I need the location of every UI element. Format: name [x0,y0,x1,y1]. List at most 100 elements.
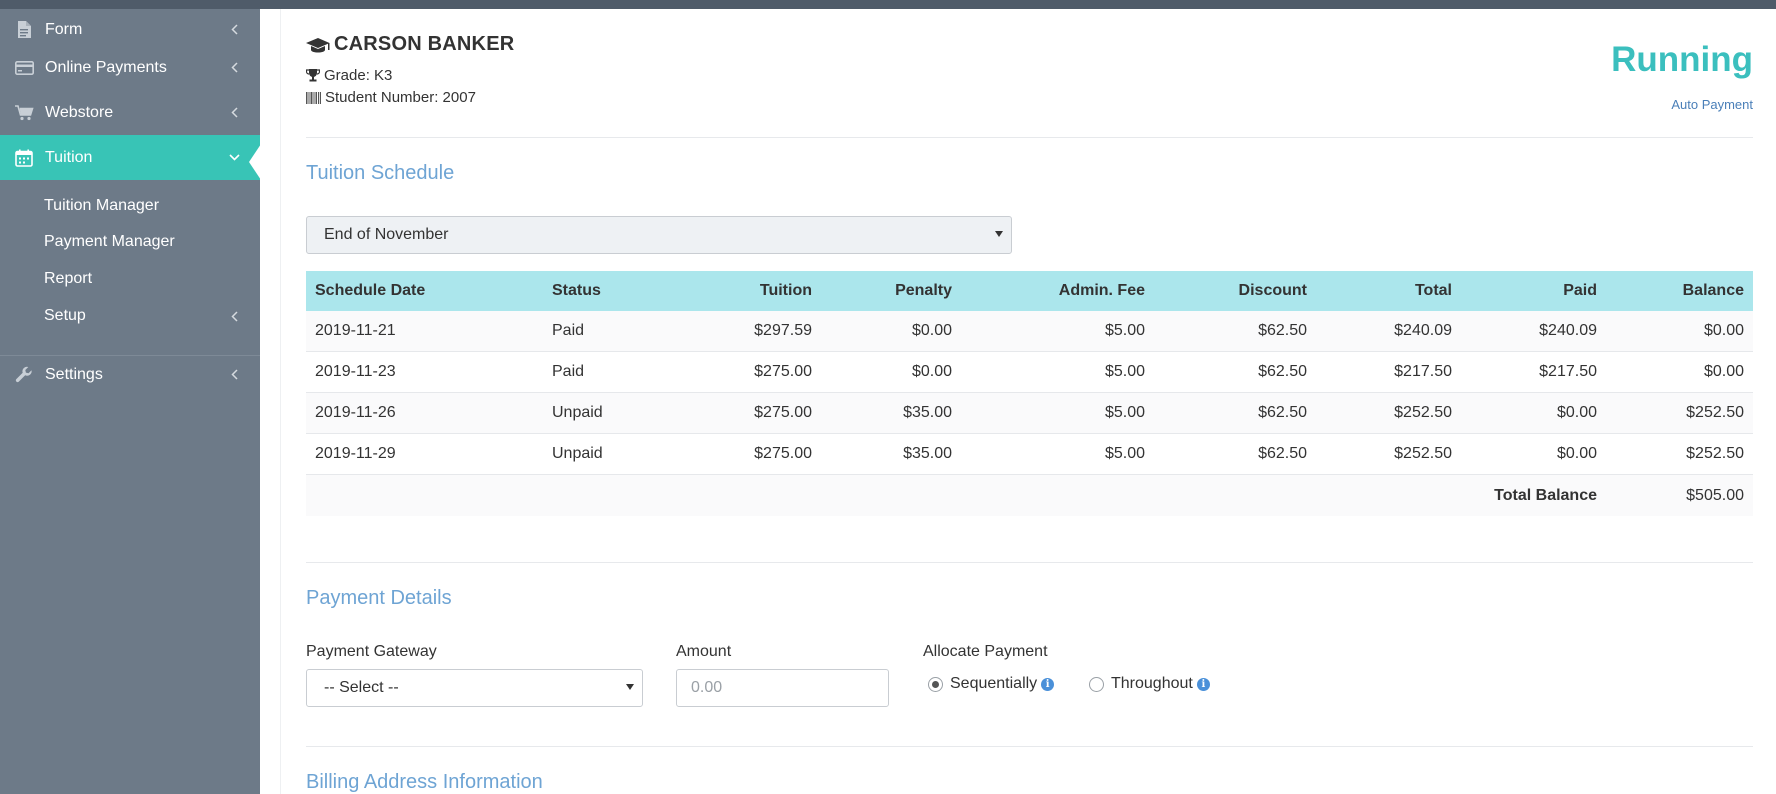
table-cell: Unpaid [552,404,603,421]
table-cell: $62.50 [1258,322,1307,339]
sidebar-subitem-setup[interactable]: Setup [44,307,86,325]
info-icon[interactable]: i [1196,677,1210,691]
amount-input[interactable] [676,669,889,707]
amount-label: Amount [676,643,732,660]
radio-button[interactable] [1089,676,1104,692]
table-cell: $297.59 [754,322,812,339]
table-cell: $5.00 [1104,363,1145,380]
table-cell: $0.00 [911,363,952,380]
caret-down-icon [626,684,634,690]
table-cell: $35.00 [903,404,952,421]
divider [306,562,1753,563]
radio-label: Throughout [1111,675,1193,692]
column-header: Discount [1238,282,1307,299]
chevron-left-icon [228,369,240,381]
table-cell: $5.00 [1104,404,1145,421]
sidebar-item-settings[interactable]: Settings [0,352,260,397]
student-number: Student Number: 2007 [306,89,476,106]
payment-gateway-label: Payment Gateway [306,643,437,660]
divider [306,746,1753,747]
wrench-icon [14,365,34,385]
total-balance-value: $505.00 [1686,486,1744,504]
student-grade-text: Grade: K3 [324,67,393,84]
table-cell: $275.00 [754,445,812,462]
table-cell: $275.00 [754,363,812,380]
table-cell: $35.00 [903,445,952,462]
table-cell: $0.00 [911,322,952,339]
table-cell: Paid [552,363,585,380]
table-cell: $252.50 [1394,445,1452,462]
active-indicator [249,144,261,180]
radio-throughout[interactable]: Throughout i [1089,675,1210,693]
graduation-cap-icon [306,37,330,53]
sidebar-item-label: Form [45,20,83,38]
table-cell: $217.50 [1539,363,1597,380]
allocate-payment-label: Allocate Payment [923,643,1048,660]
table-cell: 2019-11-23 [315,363,396,380]
column-header: Paid [1563,282,1597,299]
sidebar-item-tuition[interactable]: Tuition [0,135,260,180]
table-header: Schedule Date Status Tuition Penalty Admin. … [306,271,1753,311]
caret-down-icon [995,231,1003,237]
table-cell: 2019-11-21 [315,322,396,339]
table-cell: $62.50 [1258,404,1307,421]
table-cell: $0.00 [1556,445,1597,462]
table-row: 2019-11-21 Paid $297.59 $0.00 $5.00 $62.50 $24… [306,311,1753,352]
chevron-left-icon [228,62,240,74]
divider [306,137,1753,138]
trophy-icon [306,69,320,82]
radio-button-checked[interactable] [928,676,943,692]
table-cell: $0.00 [1703,363,1744,380]
cart-icon [14,103,34,123]
calendar-icon [14,148,34,168]
tuition-schedule-title: Tuition Schedule [306,162,455,184]
table-cell: $252.50 [1394,404,1452,421]
table-cell: $0.00 [1556,404,1597,421]
sidebar-item-label: Online Payments [45,58,167,76]
file-icon [14,20,34,40]
table-cell: $0.00 [1703,322,1744,339]
schedule-select[interactable]: End of November [306,216,1012,254]
table-row: 2019-11-23 Paid $275.00 $0.00 $5.00 $62.50 $21… [306,352,1753,393]
payment-gateway-value: -- Select -- [324,679,399,696]
student-number-text: Student Number: 2007 [325,89,476,106]
sidebar-subitem-payment-manager[interactable]: Payment Manager [44,233,175,251]
table-cell: $217.50 [1394,363,1452,380]
column-header: Balance [1682,282,1744,299]
table-cell: $5.00 [1104,322,1145,339]
table-cell: $252.50 [1686,445,1744,462]
table-cell: Unpaid [552,445,603,462]
sidebar: Form Online Payments Webstore Tuition Tu… [0,9,260,794]
sidebar-subitem-tuition-manager[interactable]: Tuition Manager [44,197,159,215]
top-bar [0,0,1776,9]
student-name-text: CARSON BANKER [334,33,515,55]
schedule-select-value: End of November [324,226,449,243]
table-cell: $240.09 [1394,322,1452,339]
total-row: Total Balance $505.00 [306,475,1753,516]
student-grade: Grade: K3 [306,67,392,84]
table-cell: $252.50 [1686,404,1744,421]
sidebar-item-online-payments[interactable]: Online Payments [0,45,260,90]
column-header: Total [1414,282,1452,299]
table-row: 2019-11-29 Unpaid $275.00 $35.00 $5.00 $62.50… [306,434,1753,475]
sidebar-item-webstore[interactable]: Webstore [0,90,260,135]
column-header: Tuition [759,282,812,299]
table-cell: $240.09 [1539,322,1597,339]
sidebar-item-label: Webstore [45,103,114,121]
radio-sequentially[interactable]: Sequentially i [928,675,1055,693]
info-icon[interactable]: i [1041,677,1055,691]
chevron-down-icon [228,152,240,164]
chevron-left-icon [228,107,240,119]
column-header: Status [552,282,601,299]
status-label: Running [1611,40,1753,79]
column-header: Penalty [895,282,952,299]
payment-details-title: Payment Details [306,587,452,609]
total-balance-label: Total Balance [1494,486,1597,504]
sidebar-item-label: Settings [45,365,103,383]
table-cell: $62.50 [1258,445,1307,462]
payment-gateway-select[interactable]: -- Select -- [306,669,643,707]
sidebar-subitem-report[interactable]: Report [44,270,92,288]
student-name: CARSON BANKER [306,33,514,56]
auto-payment-link[interactable]: Auto Payment [1671,97,1753,112]
chevron-left-icon [228,24,240,36]
